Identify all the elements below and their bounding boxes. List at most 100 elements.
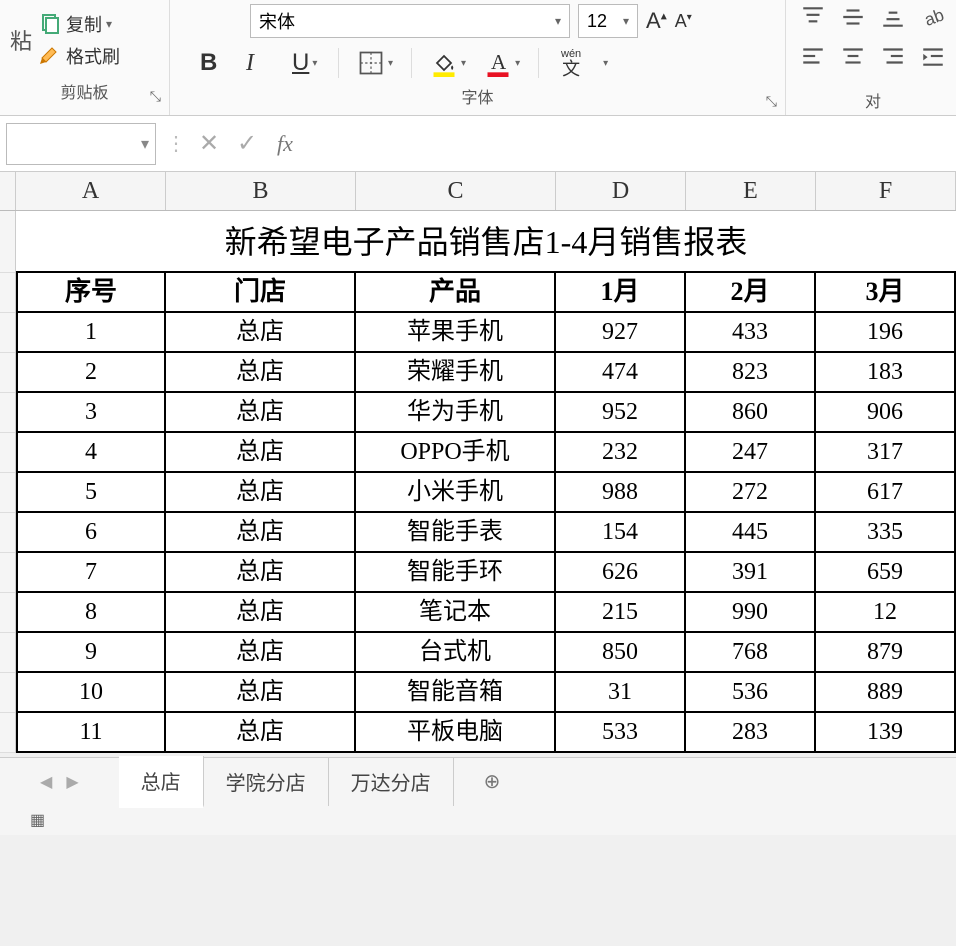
cell[interactable]: 总店 <box>166 593 356 633</box>
row-header[interactable] <box>0 593 15 633</box>
format-painter-button[interactable]: 格式刷 <box>38 43 120 69</box>
cell[interactable]: 823 <box>686 353 816 393</box>
cell[interactable]: 232 <box>556 433 686 473</box>
cell[interactable]: 7 <box>16 553 166 593</box>
cell[interactable]: 小米手机 <box>356 473 556 513</box>
header-cell[interactable]: 3月 <box>816 273 956 313</box>
cell[interactable]: 荣耀手机 <box>356 353 556 393</box>
header-cell[interactable]: 1月 <box>556 273 686 313</box>
font-launcher[interactable]: ⤡ <box>766 93 777 110</box>
cell[interactable]: 850 <box>556 633 686 673</box>
row-header[interactable] <box>0 393 15 433</box>
cell[interactable]: 总店 <box>166 633 356 673</box>
cell[interactable]: 平板电脑 <box>356 713 556 753</box>
sheet-tab[interactable]: 万达分店 <box>329 757 454 806</box>
cell[interactable]: 215 <box>556 593 686 633</box>
header-cell[interactable]: 2月 <box>686 273 816 313</box>
grow-font-button[interactable]: A▴ <box>646 8 667 34</box>
cell[interactable]: 总店 <box>166 513 356 553</box>
cell[interactable]: 12 <box>816 593 956 633</box>
row-header[interactable] <box>0 313 15 353</box>
cell[interactable]: 183 <box>816 353 956 393</box>
row-header[interactable] <box>0 353 15 393</box>
align-bottom-button[interactable] <box>880 4 906 35</box>
column-header[interactable]: E <box>686 172 816 210</box>
orientation-button[interactable]: ab <box>920 4 946 35</box>
tab-nav-prev[interactable]: ◀ <box>40 772 52 792</box>
cell[interactable]: 总店 <box>166 473 356 513</box>
cell[interactable]: 8 <box>16 593 166 633</box>
cell[interactable]: 990 <box>686 593 816 633</box>
row-header[interactable] <box>0 433 15 473</box>
align-top-button[interactable] <box>800 4 826 35</box>
cell[interactable]: 总店 <box>166 313 356 353</box>
table-title[interactable]: 新希望电子产品销售店1-4月销售报表 <box>16 211 956 273</box>
paste-button[interactable]: 粘 <box>10 24 32 56</box>
column-header[interactable]: F <box>816 172 956 210</box>
borders-button[interactable]: ▾ <box>357 49 393 77</box>
font-name-combo[interactable]: 宋体 ▾ <box>250 4 570 38</box>
cell[interactable]: 139 <box>816 713 956 753</box>
cell[interactable]: 总店 <box>166 393 356 433</box>
cell[interactable]: 总店 <box>166 713 356 753</box>
cell[interactable]: 总店 <box>166 433 356 473</box>
underline-button[interactable]: U▾ <box>292 49 320 77</box>
cell[interactable]: 317 <box>816 433 956 473</box>
cell[interactable]: 总店 <box>166 673 356 713</box>
column-header[interactable]: C <box>356 172 556 210</box>
cell[interactable]: 11 <box>16 713 166 753</box>
font-color-button[interactable]: A ▾ <box>484 49 520 77</box>
row-header[interactable] <box>0 273 15 313</box>
cell[interactable]: 617 <box>816 473 956 513</box>
cell[interactable]: 苹果手机 <box>356 313 556 353</box>
cell[interactable]: 总店 <box>166 553 356 593</box>
row-header[interactable] <box>0 513 15 553</box>
align-middle-button[interactable] <box>840 4 866 35</box>
cell[interactable]: 433 <box>686 313 816 353</box>
copy-button[interactable]: 复制 ▾ <box>38 11 120 37</box>
row-header[interactable] <box>0 211 15 273</box>
sheet-tab[interactable]: 学院分店 <box>204 757 329 806</box>
cell[interactable]: 906 <box>816 393 956 433</box>
tab-nav-next[interactable]: ▶ <box>66 772 78 792</box>
cell[interactable]: 952 <box>556 393 686 433</box>
name-box[interactable]: ▾ <box>6 123 156 165</box>
cell[interactable]: 272 <box>686 473 816 513</box>
bold-button[interactable]: B <box>200 49 228 77</box>
font-size-combo[interactable]: 12 ▾ <box>578 4 638 38</box>
column-header[interactable]: B <box>166 172 356 210</box>
cell[interactable]: 台式机 <box>356 633 556 673</box>
formula-input[interactable] <box>304 123 956 165</box>
sheet-tab-active[interactable]: 总店 <box>119 756 204 808</box>
cell[interactable]: 10 <box>16 673 166 713</box>
header-cell[interactable]: 门店 <box>166 273 356 313</box>
phonetic-button[interactable]: wén 文 <box>557 49 585 78</box>
cell[interactable]: 笔记本 <box>356 593 556 633</box>
add-sheet-button[interactable]: ⊕ <box>484 769 501 794</box>
cell[interactable]: 247 <box>686 433 816 473</box>
cell[interactable]: 智能手环 <box>356 553 556 593</box>
row-header[interactable] <box>0 553 15 593</box>
cell[interactable]: 927 <box>556 313 686 353</box>
row-header[interactable] <box>0 713 15 753</box>
row-header[interactable] <box>0 473 15 513</box>
cell[interactable]: 154 <box>556 513 686 553</box>
header-cell[interactable]: 产品 <box>356 273 556 313</box>
cell[interactable]: 474 <box>556 353 686 393</box>
cell[interactable]: 445 <box>686 513 816 553</box>
cell[interactable]: 2 <box>16 353 166 393</box>
select-all-corner[interactable] <box>0 172 16 210</box>
cell[interactable]: 196 <box>816 313 956 353</box>
cell[interactable]: 9 <box>16 633 166 673</box>
formula-cancel-button[interactable]: ✕ <box>190 129 228 158</box>
align-left-button[interactable] <box>800 43 826 74</box>
cell[interactable]: 391 <box>686 553 816 593</box>
cell[interactable]: 768 <box>686 633 816 673</box>
shrink-font-button[interactable]: A▾ <box>675 11 692 32</box>
cell[interactable]: 879 <box>816 633 956 673</box>
row-header[interactable] <box>0 673 15 713</box>
cell[interactable]: 283 <box>686 713 816 753</box>
cell[interactable]: 536 <box>686 673 816 713</box>
row-header[interactable] <box>0 633 15 673</box>
cell[interactable]: 860 <box>686 393 816 433</box>
